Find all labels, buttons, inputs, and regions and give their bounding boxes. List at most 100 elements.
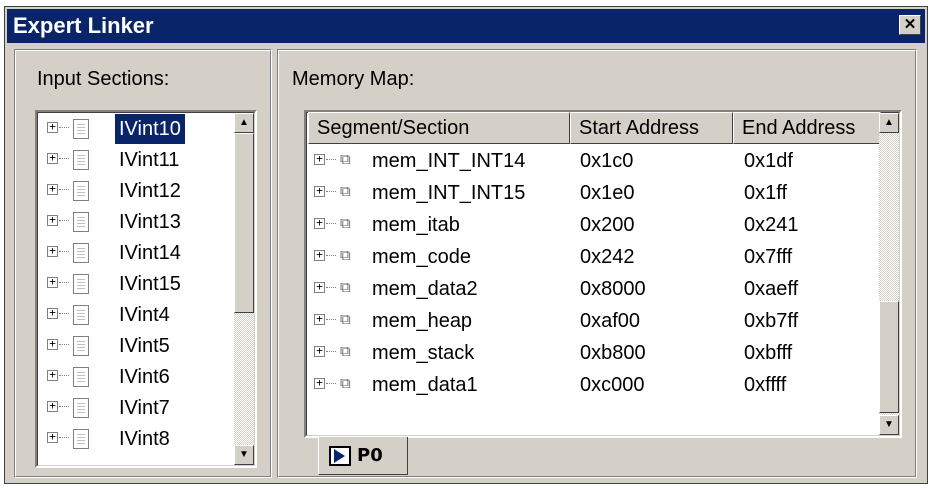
tree-item[interactable]: + IVint10 bbox=[43, 114, 233, 144]
start-address-cell: 0x200 bbox=[580, 214, 635, 236]
expert-linker-window: Expert Linker ✕ Input Sections: + IVint10… bbox=[4, 6, 928, 484]
tab-p0-label: P0 bbox=[357, 445, 383, 466]
table-row[interactable]: + ⧉ mem_heap 0xaf00 0xb7ff bbox=[308, 306, 880, 336]
tree-connector bbox=[326, 287, 336, 288]
document-icon bbox=[73, 119, 89, 139]
tree-connector bbox=[59, 282, 69, 283]
segment-cell: mem_INT_INT15 bbox=[372, 182, 526, 204]
segment-cell: mem_data1 bbox=[372, 374, 478, 396]
tree-item[interactable]: + IVint13 bbox=[43, 207, 233, 237]
tree-connector bbox=[59, 127, 69, 128]
end-address-cell: 0xaeff bbox=[744, 278, 799, 300]
expand-icon[interactable]: + bbox=[47, 121, 58, 133]
scroll-up-button[interactable]: ▲ bbox=[879, 113, 899, 133]
start-address-cell: 0xaf00 bbox=[580, 310, 641, 332]
expand-icon[interactable]: + bbox=[314, 249, 325, 261]
tree-item[interactable]: + IVint4 bbox=[43, 300, 233, 330]
tree-item[interactable]: + IVint15 bbox=[43, 269, 233, 299]
memory-chip-icon: ⧉ bbox=[340, 215, 351, 232]
close-button[interactable]: ✕ bbox=[899, 15, 921, 35]
memory-chip-icon: ⧉ bbox=[340, 279, 351, 296]
input-sections-scrollbar[interactable]: ▲ ▼ bbox=[234, 113, 254, 465]
tree-connector bbox=[326, 255, 336, 256]
tree-item[interactable]: + IVint14 bbox=[43, 238, 233, 268]
tree-item[interactable]: + IVint7 bbox=[43, 393, 233, 423]
expand-icon[interactable]: + bbox=[314, 313, 325, 325]
tree-item-label: IVint14 bbox=[119, 242, 181, 264]
expand-icon[interactable]: + bbox=[47, 183, 58, 195]
memory-map-table[interactable]: Segment/Section Start Address End Addres… bbox=[304, 110, 902, 438]
input-sections-tree[interactable]: + IVint10 + IVint11 + IVint12 + IVint13 + IVint14… bbox=[35, 110, 257, 468]
tree-item[interactable]: + IVint6 bbox=[43, 362, 233, 392]
tree-connector bbox=[326, 383, 336, 384]
tree-connector bbox=[326, 159, 336, 160]
tree-connector bbox=[59, 437, 69, 438]
scroll-down-icon: ▼ bbox=[239, 449, 249, 460]
end-address-cell: 0x1ff bbox=[744, 182, 787, 204]
scroll-up-button[interactable]: ▲ bbox=[234, 113, 254, 133]
table-row[interactable]: + ⧉ mem_INT_INT14 0x1c0 0x1df bbox=[308, 146, 880, 176]
expand-icon[interactable]: + bbox=[47, 400, 58, 412]
start-address-cell: 0x1c0 bbox=[580, 150, 634, 172]
memory-map-scrollbar[interactable]: ▲ ▼ bbox=[879, 113, 899, 435]
close-icon: ✕ bbox=[903, 16, 917, 33]
tree-item-label: IVint11 bbox=[119, 149, 180, 171]
column-header-start-address[interactable]: Start Address bbox=[570, 112, 733, 144]
tree-connector bbox=[326, 351, 336, 352]
table-row[interactable]: + ⧉ mem_code 0x242 0x7fff bbox=[308, 242, 880, 272]
tab-p0[interactable]: P0 bbox=[318, 437, 408, 475]
start-address-cell: 0x8000 bbox=[580, 278, 646, 300]
start-address-cell: 0x242 bbox=[580, 246, 635, 268]
table-row[interactable]: + ⧉ mem_data1 0xc000 0xffff bbox=[308, 370, 880, 400]
scroll-thumb[interactable] bbox=[234, 133, 254, 313]
expand-icon[interactable]: + bbox=[47, 276, 58, 288]
scroll-thumb[interactable] bbox=[879, 301, 899, 413]
title-bar: Expert Linker ✕ bbox=[7, 9, 925, 43]
table-row[interactable]: + ⧉ mem_data2 0x8000 0xaeff bbox=[308, 274, 880, 304]
memory-chip-icon: ⧉ bbox=[340, 311, 351, 328]
document-icon bbox=[73, 305, 89, 325]
table-row[interactable]: + ⧉ mem_stack 0xb800 0xbfff bbox=[308, 338, 880, 368]
tree-connector bbox=[59, 313, 69, 314]
memory-chip-icon: ⧉ bbox=[340, 375, 351, 392]
expand-icon[interactable]: + bbox=[47, 245, 58, 257]
tree-item[interactable]: + IVint11 bbox=[43, 145, 233, 175]
expand-icon[interactable]: + bbox=[314, 153, 325, 165]
tree-item-label: IVint12 bbox=[119, 180, 181, 202]
window-title: Expert Linker bbox=[13, 13, 154, 38]
expand-icon[interactable]: + bbox=[314, 217, 325, 229]
document-icon bbox=[73, 429, 89, 449]
column-header-segment[interactable]: Segment/Section bbox=[308, 112, 570, 144]
expand-icon[interactable]: + bbox=[314, 185, 325, 197]
tree-item-label: IVint6 bbox=[119, 366, 170, 388]
start-address-cell: 0xc000 bbox=[580, 374, 645, 396]
expand-icon[interactable]: + bbox=[314, 281, 325, 293]
document-icon bbox=[73, 150, 89, 170]
scroll-down-button[interactable]: ▼ bbox=[879, 415, 899, 435]
tree-item[interactable]: + IVint8 bbox=[43, 424, 233, 454]
end-address-cell: 0x1df bbox=[744, 150, 793, 172]
tree-connector bbox=[59, 251, 69, 252]
expand-icon[interactable]: + bbox=[47, 431, 58, 443]
scroll-down-button[interactable]: ▼ bbox=[234, 445, 254, 465]
memory-chip-icon: ⧉ bbox=[340, 183, 351, 200]
document-icon bbox=[73, 243, 89, 263]
expand-icon[interactable]: + bbox=[47, 307, 58, 319]
tree-item[interactable]: + IVint5 bbox=[43, 331, 233, 361]
tree-connector bbox=[59, 189, 69, 190]
column-header-end-address[interactable]: End Address bbox=[733, 112, 881, 144]
expand-icon[interactable]: + bbox=[47, 214, 58, 226]
memory-chip-icon: ⧉ bbox=[340, 343, 351, 360]
tree-item-label: IVint5 bbox=[119, 335, 170, 357]
end-address-cell: 0xffff bbox=[744, 374, 787, 396]
tree-item-label: IVint13 bbox=[119, 211, 181, 233]
tree-item-label: IVint10 bbox=[115, 114, 185, 144]
table-row[interactable]: + ⧉ mem_INT_INT15 0x1e0 0x1ff bbox=[308, 178, 880, 208]
expand-icon[interactable]: + bbox=[314, 377, 325, 389]
expand-icon[interactable]: + bbox=[47, 338, 58, 350]
expand-icon[interactable]: + bbox=[47, 152, 58, 164]
expand-icon[interactable]: + bbox=[47, 369, 58, 381]
expand-icon[interactable]: + bbox=[314, 345, 325, 357]
table-row[interactable]: + ⧉ mem_itab 0x200 0x241 bbox=[308, 210, 880, 240]
tree-item[interactable]: + IVint12 bbox=[43, 176, 233, 206]
